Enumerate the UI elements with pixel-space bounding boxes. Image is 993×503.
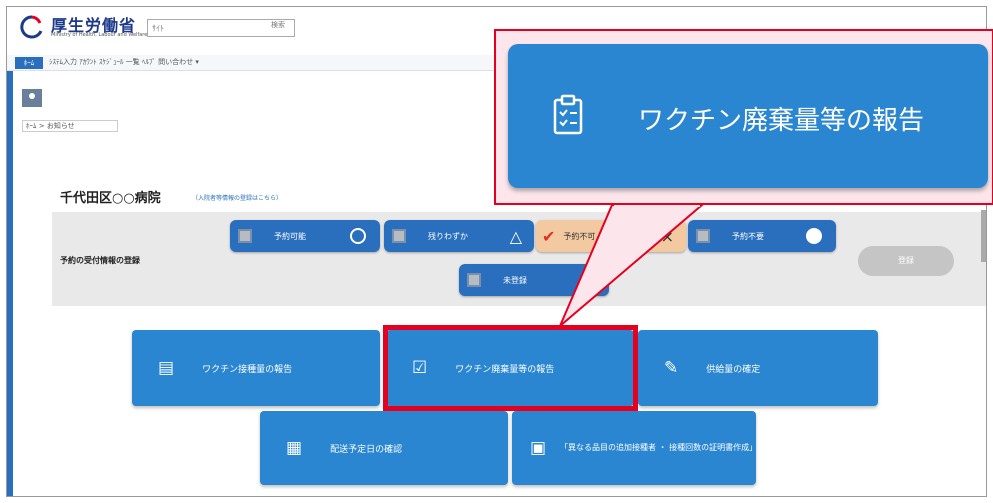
callout-disposal-button[interactable]: ワクチン廃棄量等の報告 <box>508 44 988 188</box>
callout-label: ワクチン廃棄量等の報告 <box>638 106 925 136</box>
scrollbar[interactable] <box>981 210 986 262</box>
clipboard-check-icon <box>553 94 583 135</box>
